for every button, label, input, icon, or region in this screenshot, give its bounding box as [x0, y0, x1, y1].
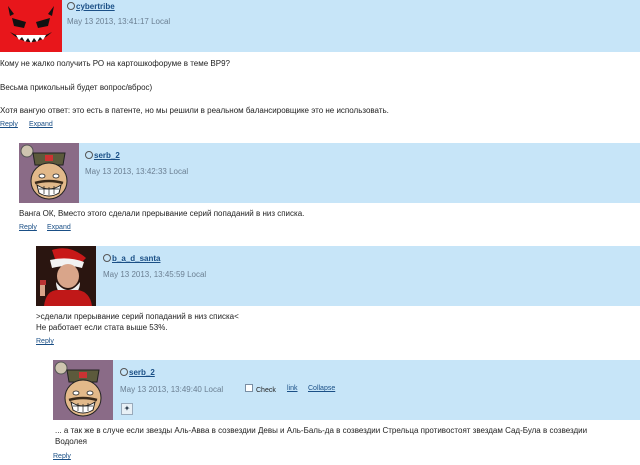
comment-text-line: Кому не жалко получить РО на картошкофор… [0, 59, 230, 68]
username-link[interactable]: serb_2 [120, 368, 155, 377]
comment-text-line: ... а так же в случе если звезды Аль-Авв… [55, 426, 588, 435]
pin-button[interactable]: ✦ [121, 403, 133, 415]
reply-link[interactable]: Reply [19, 224, 37, 231]
reply-link[interactable]: Reply [0, 121, 18, 128]
comment-text-line: Водолея [55, 437, 87, 446]
reply-link[interactable]: Reply [36, 338, 54, 345]
cartoon-soldier-icon [53, 360, 113, 420]
comment-text-line: Хотя вангую ответ: это есть в патенте, н… [0, 106, 389, 115]
user-icon [85, 151, 93, 159]
avatar[interactable] [0, 0, 62, 52]
comment-date: May 13 2013, 13:49:40 Local [120, 385, 224, 394]
collapse-link[interactable]: Collapse [308, 385, 335, 392]
avatar[interactable] [19, 143, 79, 203]
user-icon [103, 254, 111, 262]
comment-text-line: Ванга ОК, Вместо этого сделали прерывани… [19, 209, 305, 218]
comment-text-line: >сделали прерывание серий попаданий в ни… [36, 312, 239, 321]
avatar[interactable] [36, 246, 96, 306]
expand-link[interactable]: Expand [29, 121, 53, 128]
avatar[interactable] [53, 360, 113, 420]
devil-face-icon [0, 0, 62, 52]
pin-icon: ✦ [123, 404, 131, 413]
expand-link[interactable]: Expand [47, 224, 71, 231]
username-link[interactable]: b_a_d_santa [103, 254, 160, 263]
user-icon [67, 2, 75, 10]
check-checkbox[interactable] [245, 384, 253, 392]
reply-link[interactable]: Reply [53, 453, 71, 460]
comment-text-line: Не работает если стата выше 53%. [36, 323, 168, 332]
comment-date: May 13 2013, 13:41:17 Local [67, 17, 171, 26]
comment-text-line: Весьма прикольный будет вопрос/вброс) [0, 83, 153, 92]
santa-photo-icon [36, 246, 96, 306]
comment-date: May 13 2013, 13:45:59 Local [103, 270, 207, 279]
cartoon-soldier-icon [19, 143, 79, 203]
username-link[interactable]: cybertribe [67, 2, 115, 11]
user-icon [120, 368, 128, 376]
comment-date: May 13 2013, 13:42:33 Local [85, 167, 189, 176]
username-link[interactable]: serb_2 [85, 151, 120, 160]
permalink-link[interactable]: link [287, 385, 298, 392]
check-label: Check [256, 387, 276, 394]
